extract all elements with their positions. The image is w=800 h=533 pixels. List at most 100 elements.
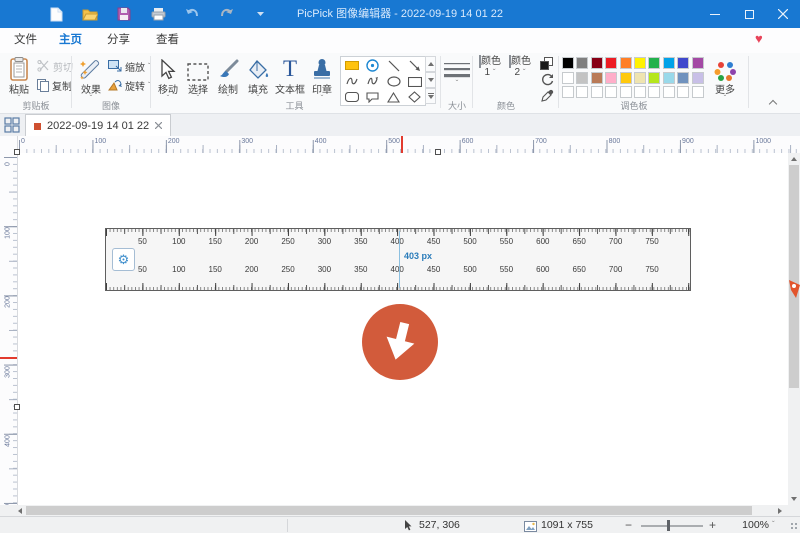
window-list-icon[interactable] bbox=[4, 117, 20, 133]
palette-color[interactable] bbox=[634, 86, 646, 98]
canvas-handle-top-center[interactable] bbox=[435, 149, 441, 155]
palette-color[interactable] bbox=[620, 57, 632, 69]
canvas[interactable]: 5010015020025030035040045050055060065070… bbox=[18, 153, 788, 505]
ruler-tool-number: 400 bbox=[391, 265, 404, 274]
zoom-dropdown-icon[interactable]: ˇ bbox=[772, 516, 775, 533]
palette-color[interactable] bbox=[576, 86, 588, 98]
copy-button[interactable]: 复制 bbox=[37, 77, 72, 93]
select-tool-button[interactable]: 选择 ˇ bbox=[183, 55, 213, 101]
draw-tool-button[interactable]: 绘制 ˇ bbox=[213, 55, 243, 101]
palette-row-1 bbox=[562, 57, 704, 69]
collapse-ribbon-icon[interactable] bbox=[770, 99, 778, 107]
palette-color[interactable] bbox=[605, 57, 617, 69]
close-icon[interactable] bbox=[766, 0, 800, 28]
vertical-scrollbar[interactable] bbox=[788, 153, 800, 505]
line-size-button[interactable]: ˇ bbox=[443, 55, 471, 86]
document-tab[interactable]: 2022-09-19 14 01 22 bbox=[25, 114, 171, 137]
palette-color[interactable] bbox=[591, 72, 603, 84]
shape-arrow-line[interactable] bbox=[404, 57, 425, 74]
shape-line[interactable] bbox=[383, 57, 404, 74]
palette-color[interactable] bbox=[677, 86, 689, 98]
scroll-right-icon[interactable] bbox=[773, 505, 786, 516]
horizontal-scroll-thumb[interactable] bbox=[26, 506, 752, 515]
stamp-tool-button[interactable]: 印章 ˇ bbox=[307, 55, 337, 101]
palette-color[interactable] bbox=[605, 72, 617, 84]
cut-button[interactable]: 剪切 bbox=[37, 58, 73, 74]
move-tool-button[interactable]: 移动 ˇ bbox=[153, 55, 183, 101]
paste-button[interactable]: 粘贴 ˇ bbox=[4, 55, 34, 101]
rotate-button[interactable]: 旋转 ˇ bbox=[108, 77, 151, 93]
reset-colors-icon[interactable] bbox=[538, 72, 556, 87]
tab-view[interactable]: 查看 bbox=[150, 28, 185, 53]
zoom-slider-track[interactable] bbox=[641, 525, 703, 527]
palette-color[interactable] bbox=[634, 57, 646, 69]
heart-icon[interactable]: ♥ bbox=[755, 31, 763, 46]
canvas-handle-middle-left[interactable] bbox=[14, 404, 20, 410]
shape-curve-arrow[interactable] bbox=[362, 74, 383, 89]
tab-share[interactable]: 分享 bbox=[101, 28, 136, 53]
palette-color[interactable] bbox=[692, 72, 704, 84]
palette-color[interactable] bbox=[677, 57, 689, 69]
tab-home[interactable]: 主页 bbox=[53, 28, 88, 55]
palette-color[interactable] bbox=[692, 57, 704, 69]
rotate-icon bbox=[108, 79, 122, 91]
shape-highlight-rectangle[interactable] bbox=[341, 57, 362, 74]
ruler-tool-number: 250 bbox=[281, 237, 294, 246]
palette-color[interactable] bbox=[591, 57, 603, 69]
palette-color[interactable] bbox=[677, 72, 689, 84]
zoom-out-icon[interactable]: − bbox=[625, 517, 632, 533]
shape-rectangle[interactable] bbox=[404, 74, 425, 89]
palette-color[interactable] bbox=[634, 72, 646, 84]
close-tab-icon[interactable] bbox=[155, 120, 162, 132]
palette-color[interactable] bbox=[620, 72, 632, 84]
color1-button[interactable]: 颜色 1 ˇ bbox=[476, 56, 504, 78]
ruler-tool-number: 250 bbox=[281, 265, 294, 274]
ruler-tool-number: 300 bbox=[318, 265, 331, 274]
palette-color[interactable] bbox=[576, 57, 588, 69]
chevron-down-icon: ˇ bbox=[523, 68, 526, 77]
shape-spotlight-circle[interactable] bbox=[362, 57, 383, 74]
vertical-scroll-thumb[interactable] bbox=[789, 165, 799, 388]
color2-button[interactable]: 颜色 2 ˇ bbox=[506, 56, 534, 78]
scroll-left-icon[interactable] bbox=[13, 505, 26, 516]
palette-color[interactable] bbox=[562, 57, 574, 69]
canvas-handle-top-left[interactable] bbox=[14, 149, 20, 155]
palette-color[interactable] bbox=[648, 57, 660, 69]
scroll-down-icon[interactable] bbox=[788, 493, 800, 505]
horizontal-scrollbar[interactable] bbox=[0, 505, 800, 516]
palette-color[interactable] bbox=[620, 86, 632, 98]
palette-color[interactable] bbox=[648, 72, 660, 84]
palette-color[interactable] bbox=[648, 86, 660, 98]
scroll-up-icon[interactable] bbox=[788, 153, 800, 165]
shape-ellipse[interactable] bbox=[383, 74, 404, 89]
image-size: 1091 x 755 bbox=[541, 517, 593, 533]
gallery-up-icon[interactable] bbox=[425, 56, 436, 72]
fill-tool-button[interactable]: 填充 ˇ bbox=[243, 55, 273, 101]
shape-curve[interactable] bbox=[341, 74, 362, 89]
palette-color[interactable] bbox=[576, 72, 588, 84]
zoom-level[interactable]: 100% bbox=[737, 517, 769, 533]
palette-color[interactable] bbox=[562, 72, 574, 84]
palette-color[interactable] bbox=[663, 72, 675, 84]
gallery-down-icon[interactable] bbox=[425, 72, 436, 88]
resize-grip[interactable] bbox=[789, 521, 798, 530]
zoom-in-icon[interactable]: + bbox=[709, 517, 716, 533]
resize-button[interactable]: 缩放 ˇ bbox=[108, 58, 151, 74]
palette-color[interactable] bbox=[663, 86, 675, 98]
palette-color[interactable] bbox=[663, 57, 675, 69]
swap-colors-icon[interactable] bbox=[538, 56, 556, 71]
stamp-icon bbox=[307, 55, 337, 81]
palette-color[interactable] bbox=[562, 86, 574, 98]
maximize-icon[interactable] bbox=[732, 0, 766, 28]
minimize-icon[interactable] bbox=[698, 0, 732, 28]
eyedropper-icon[interactable] bbox=[538, 88, 556, 103]
effects-button[interactable]: 效果 ˇ bbox=[76, 55, 106, 101]
textbox-tool-button[interactable]: T 文本框 bbox=[273, 55, 307, 96]
palette-row-3 bbox=[562, 86, 704, 98]
palette-color[interactable] bbox=[692, 86, 704, 98]
zoom-slider-thumb[interactable] bbox=[667, 520, 670, 531]
more-colors-button[interactable]: 更多 ˇ bbox=[708, 55, 742, 101]
palette-color[interactable] bbox=[605, 86, 617, 98]
palette-color[interactable] bbox=[591, 86, 603, 98]
tab-file[interactable]: 文件 bbox=[8, 28, 43, 53]
